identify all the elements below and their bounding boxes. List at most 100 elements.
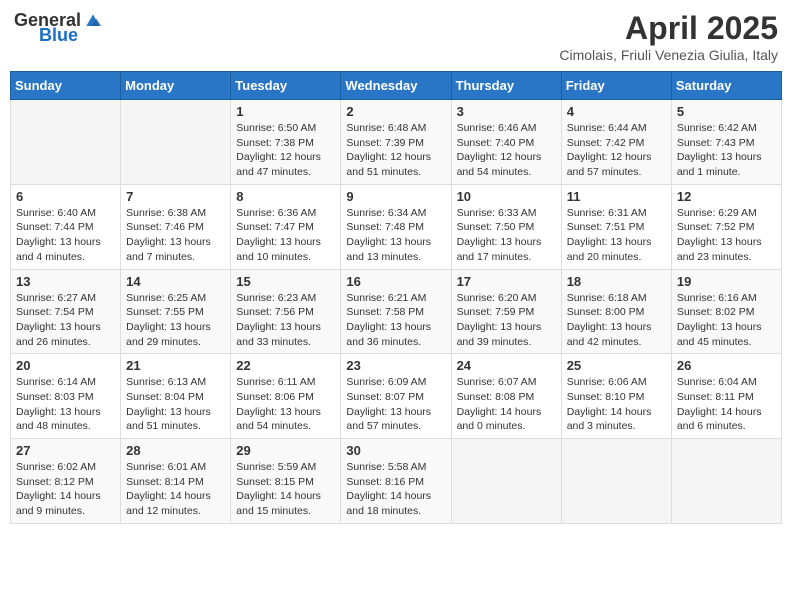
- day-info: Sunrise: 6:40 AMSunset: 7:44 PMDaylight:…: [16, 206, 115, 265]
- day-info: Sunrise: 6:20 AMSunset: 7:59 PMDaylight:…: [457, 291, 556, 350]
- day-info: Sunrise: 6:27 AMSunset: 7:54 PMDaylight:…: [16, 291, 115, 350]
- day-number: 1: [236, 104, 335, 119]
- calendar-cell: 5 Sunrise: 6:42 AMSunset: 7:43 PMDaylight…: [671, 100, 781, 185]
- day-number: 19: [677, 274, 776, 289]
- day-info: Sunrise: 6:13 AMSunset: 8:04 PMDaylight:…: [126, 375, 225, 434]
- weekday-header-saturday: Saturday: [671, 72, 781, 100]
- calendar-cell: 18Sunrise: 6:18 AMSunset: 8:00 PMDayligh…: [561, 269, 671, 354]
- logo-icon: [83, 11, 103, 31]
- calendar-cell: 15 Sunrise: 6:23 AMSunset: 7:56 PMDayligh…: [231, 269, 341, 354]
- title-block: April 2025 Cimolais, Friuli Venezia Giul…: [559, 10, 778, 63]
- weekday-header-friday: Friday: [561, 72, 671, 100]
- day-info: Sunrise: 6:18 AMSunset: 8:00 PMDaylight:…: [567, 291, 666, 350]
- weekday-header-tuesday: Tuesday: [231, 72, 341, 100]
- day-info: Sunrise: 6:34 AMSunset: 7:48 PMDaylight:…: [346, 206, 445, 265]
- day-number: 26: [677, 358, 776, 373]
- calendar-cell: 19Sunrise: 6:16 AMSunset: 8:02 PMDayligh…: [671, 269, 781, 354]
- day-info: Sunrise: 6:36 AMSunset: 7:47 PMDaylight:…: [236, 206, 335, 265]
- calendar-table: SundayMondayTuesdayWednesdayThursdayFrid…: [10, 71, 782, 524]
- calendar-cell: 29 Sunrise: 5:59 AMSunset: 8:15 PMDayligh…: [231, 439, 341, 524]
- day-number: 24: [457, 358, 556, 373]
- calendar-cell: 1 Sunrise: 6:50 AMSunset: 7:38 PMDaylight…: [231, 100, 341, 185]
- day-info: Sunrise: 6:23 AMSunset: 7:56 PMDaylight:…: [236, 291, 335, 350]
- day-number: 7: [126, 189, 225, 204]
- day-number: 30: [346, 443, 445, 458]
- day-number: 28: [126, 443, 225, 458]
- day-number: 12: [677, 189, 776, 204]
- day-number: 11: [567, 189, 666, 204]
- day-info: Sunrise: 5:58 AMSunset: 8:16 PMDaylight:…: [346, 460, 445, 519]
- calendar-cell: [11, 100, 121, 185]
- weekday-header-thursday: Thursday: [451, 72, 561, 100]
- day-number: 29: [236, 443, 335, 458]
- day-number: 9: [346, 189, 445, 204]
- day-info: Sunrise: 6:02 AMSunset: 8:12 PMDaylight:…: [16, 460, 115, 519]
- day-number: 3: [457, 104, 556, 119]
- calendar-cell: 2Sunrise: 6:48 AMSunset: 7:39 PMDaylight…: [341, 100, 451, 185]
- calendar-cell: [121, 100, 231, 185]
- day-number: 20: [16, 358, 115, 373]
- day-number: 16: [346, 274, 445, 289]
- calendar-cell: 28 Sunrise: 6:01 AMSunset: 8:14 PMDayligh…: [121, 439, 231, 524]
- calendar-cell: 23Sunrise: 6:09 AMSunset: 8:07 PMDayligh…: [341, 354, 451, 439]
- logo: General Blue: [14, 10, 103, 46]
- day-info: Sunrise: 6:06 AMSunset: 8:10 PMDaylight:…: [567, 375, 666, 434]
- calendar-cell: 16 Sunrise: 6:21 AMSunset: 7:58 PMDayligh…: [341, 269, 451, 354]
- logo-blue-text: Blue: [39, 25, 78, 46]
- day-number: 2: [346, 104, 445, 119]
- day-number: 6: [16, 189, 115, 204]
- calendar-cell: 9 Sunrise: 6:34 AMSunset: 7:48 PMDaylight…: [341, 184, 451, 269]
- calendar-cell: 30 Sunrise: 5:58 AMSunset: 8:16 PMDayligh…: [341, 439, 451, 524]
- day-number: 10: [457, 189, 556, 204]
- day-info: Sunrise: 6:50 AMSunset: 7:38 PMDaylight:…: [236, 121, 335, 180]
- calendar-cell: 20 Sunrise: 6:14 AMSunset: 8:03 PMDayligh…: [11, 354, 121, 439]
- day-number: 27: [16, 443, 115, 458]
- calendar-header-row: SundayMondayTuesdayWednesdayThursdayFrid…: [11, 72, 782, 100]
- day-info: Sunrise: 6:25 AMSunset: 7:55 PMDaylight:…: [126, 291, 225, 350]
- day-number: 4: [567, 104, 666, 119]
- calendar-cell: 27 Sunrise: 6:02 AMSunset: 8:12 PMDayligh…: [11, 439, 121, 524]
- day-info: Sunrise: 6:01 AMSunset: 8:14 PMDaylight:…: [126, 460, 225, 519]
- day-number: 25: [567, 358, 666, 373]
- day-number: 17: [457, 274, 556, 289]
- day-info: Sunrise: 6:31 AMSunset: 7:51 PMDaylight:…: [567, 206, 666, 265]
- calendar-cell: 13Sunrise: 6:27 AMSunset: 7:54 PMDayligh…: [11, 269, 121, 354]
- day-info: Sunrise: 5:59 AMSunset: 8:15 PMDaylight:…: [236, 460, 335, 519]
- day-info: Sunrise: 6:29 AMSunset: 7:52 PMDaylight:…: [677, 206, 776, 265]
- calendar-cell: [561, 439, 671, 524]
- calendar-week-2: 6 Sunrise: 6:40 AMSunset: 7:44 PMDaylight…: [11, 184, 782, 269]
- page-header: General Blue April 2025 Cimolais, Friuli…: [10, 10, 782, 63]
- day-info: Sunrise: 6:38 AMSunset: 7:46 PMDaylight:…: [126, 206, 225, 265]
- calendar-cell: 7 Sunrise: 6:38 AMSunset: 7:46 PMDaylight…: [121, 184, 231, 269]
- calendar-cell: 26 Sunrise: 6:04 AMSunset: 8:11 PMDayligh…: [671, 354, 781, 439]
- calendar-cell: 17 Sunrise: 6:20 AMSunset: 7:59 PMDayligh…: [451, 269, 561, 354]
- day-info: Sunrise: 6:04 AMSunset: 8:11 PMDaylight:…: [677, 375, 776, 434]
- calendar-cell: 24 Sunrise: 6:07 AMSunset: 8:08 PMDayligh…: [451, 354, 561, 439]
- location-subtitle: Cimolais, Friuli Venezia Giulia, Italy: [559, 47, 778, 63]
- calendar-cell: 12 Sunrise: 6:29 AMSunset: 7:52 PMDayligh…: [671, 184, 781, 269]
- calendar-cell: [671, 439, 781, 524]
- day-info: Sunrise: 6:44 AMSunset: 7:42 PMDaylight:…: [567, 121, 666, 180]
- month-title: April 2025: [559, 10, 778, 47]
- calendar-cell: 3 Sunrise: 6:46 AMSunset: 7:40 PMDaylight…: [451, 100, 561, 185]
- calendar-cell: 8Sunrise: 6:36 AMSunset: 7:47 PMDaylight…: [231, 184, 341, 269]
- day-number: 15: [236, 274, 335, 289]
- calendar-week-5: 27 Sunrise: 6:02 AMSunset: 8:12 PMDayligh…: [11, 439, 782, 524]
- day-number: 21: [126, 358, 225, 373]
- day-info: Sunrise: 6:46 AMSunset: 7:40 PMDaylight:…: [457, 121, 556, 180]
- day-info: Sunrise: 6:33 AMSunset: 7:50 PMDaylight:…: [457, 206, 556, 265]
- day-info: Sunrise: 6:42 AMSunset: 7:43 PMDaylight:…: [677, 121, 776, 180]
- weekday-header-wednesday: Wednesday: [341, 72, 451, 100]
- calendar-cell: 4 Sunrise: 6:44 AMSunset: 7:42 PMDaylight…: [561, 100, 671, 185]
- calendar-week-1: 1 Sunrise: 6:50 AMSunset: 7:38 PMDaylight…: [11, 100, 782, 185]
- calendar-week-4: 20 Sunrise: 6:14 AMSunset: 8:03 PMDayligh…: [11, 354, 782, 439]
- day-info: Sunrise: 6:21 AMSunset: 7:58 PMDaylight:…: [346, 291, 445, 350]
- calendar-cell: 11 Sunrise: 6:31 AMSunset: 7:51 PMDayligh…: [561, 184, 671, 269]
- calendar-cell: 6 Sunrise: 6:40 AMSunset: 7:44 PMDaylight…: [11, 184, 121, 269]
- day-info: Sunrise: 6:14 AMSunset: 8:03 PMDaylight:…: [16, 375, 115, 434]
- day-number: 5: [677, 104, 776, 119]
- day-number: 22: [236, 358, 335, 373]
- weekday-header-monday: Monday: [121, 72, 231, 100]
- day-info: Sunrise: 6:07 AMSunset: 8:08 PMDaylight:…: [457, 375, 556, 434]
- calendar-cell: 25 Sunrise: 6:06 AMSunset: 8:10 PMDayligh…: [561, 354, 671, 439]
